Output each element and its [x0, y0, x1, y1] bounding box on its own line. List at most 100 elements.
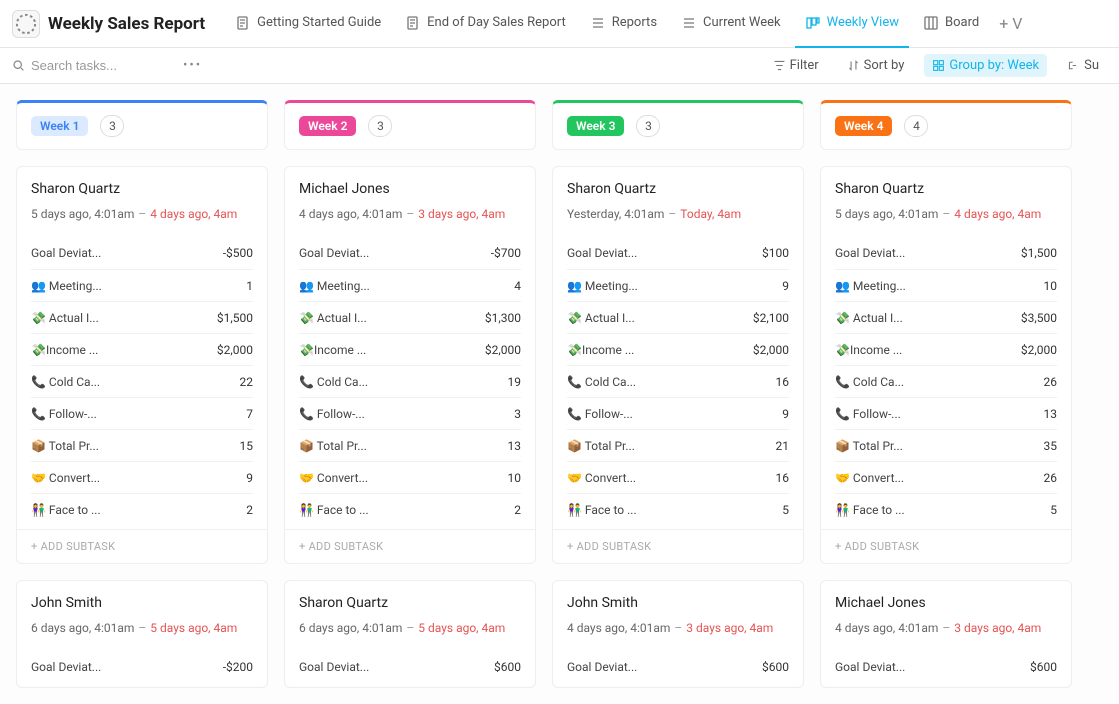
- filter-button[interactable]: Filter: [765, 54, 827, 77]
- field-row: 💸Income ...$2,000: [299, 333, 521, 365]
- tab-reports[interactable]: Reports: [580, 0, 667, 48]
- task-card[interactable]: Michael Jones4 days ago, 4:01am–3 days a…: [820, 580, 1072, 688]
- task-card[interactable]: Sharon Quartz 6 days ago, 4:01am–5 days a…: [284, 580, 536, 688]
- add-view-button[interactable]: + V: [993, 14, 1028, 33]
- field-row: 👫 Face to ...5: [567, 493, 789, 525]
- field-value: 21: [776, 439, 790, 453]
- date-end: 3 days ago, 4am: [686, 621, 773, 635]
- search-input[interactable]: [31, 58, 171, 73]
- card-dates: 6 days ago, 4:01am–5 days ago, 4am: [299, 621, 521, 635]
- cards-container: Sharon QuartzYesterday, 4:01am–Today, 4a…: [552, 166, 804, 688]
- subtasks-label: Su: [1084, 58, 1099, 73]
- field-label: 🤝 Convert...: [835, 471, 904, 485]
- field-label: 📞 Cold Ca...: [299, 375, 368, 389]
- field-label: 📞 Follow-...: [299, 407, 365, 421]
- column-header[interactable]: Week 13: [16, 100, 268, 150]
- add-subtask-button[interactable]: + ADD SUBTASK: [553, 529, 803, 563]
- tab-weekly-view[interactable]: Weekly View: [795, 0, 909, 48]
- board-icon: [805, 15, 821, 31]
- card-assignee: Sharon Quartz: [299, 595, 521, 611]
- field-row: 📞 Follow-...13: [835, 397, 1057, 429]
- task-card[interactable]: Michael Jones4 days ago, 4:01am–3 days a…: [284, 166, 536, 564]
- task-card[interactable]: John Smith6 days ago, 4:01am–5 days ago,…: [16, 580, 268, 688]
- date-start: 4 days ago, 4:01am: [567, 621, 670, 635]
- filter-label: Filter: [790, 58, 819, 73]
- card-assignee: John Smith: [31, 595, 253, 611]
- field-row: 👥 Meeting...9: [567, 269, 789, 301]
- tab-getting-started[interactable]: Getting Started Guide: [225, 0, 391, 48]
- field-value: 2: [514, 503, 521, 517]
- field-value: 15: [240, 439, 254, 453]
- task-card[interactable]: Sharon QuartzYesterday, 4:01am–Today, 4a…: [552, 166, 804, 564]
- field-label: 👥 Meeting...: [567, 279, 638, 293]
- date-end: Today, 4am: [680, 207, 741, 221]
- field-row: 👥 Meeting...10: [835, 269, 1057, 301]
- column-header[interactable]: Week 33: [552, 100, 804, 150]
- task-card[interactable]: Sharon Quartz5 days ago, 4:01am–4 days a…: [820, 166, 1072, 564]
- card-fields: Goal Deviat...-$200: [31, 651, 253, 683]
- column-header[interactable]: Week 44: [820, 100, 1072, 150]
- doc-icon: [405, 15, 421, 31]
- more-icon[interactable]: •••: [183, 58, 202, 73]
- card-dates: 4 days ago, 4:01am–3 days ago, 4am: [299, 207, 521, 221]
- field-value: $600: [494, 660, 521, 674]
- top-tabs-bar: Weekly Sales Report Getting Started Guid…: [0, 0, 1119, 48]
- sort-button[interactable]: Sort by: [839, 54, 913, 77]
- tab-label: Board: [945, 15, 979, 30]
- field-label: 💸Income ...: [31, 343, 98, 357]
- field-value: $600: [1030, 660, 1057, 674]
- field-value: 13: [1044, 407, 1058, 421]
- field-value: $600: [762, 660, 789, 674]
- field-label: 💸 Actual I...: [31, 311, 99, 325]
- field-row: 📞 Follow-...9: [567, 397, 789, 429]
- field-value: -$500: [223, 246, 253, 260]
- field-value: 1: [246, 279, 253, 293]
- tab-label: Reports: [612, 15, 657, 30]
- field-row: Goal Deviat...-$200: [31, 651, 253, 683]
- field-label: Goal Deviat...: [299, 246, 369, 260]
- field-row: 👥 Meeting...4: [299, 269, 521, 301]
- tab-current-week[interactable]: Current Week: [671, 0, 791, 48]
- field-value: $2,000: [1021, 343, 1057, 357]
- column-header[interactable]: Week 23: [284, 100, 536, 150]
- add-subtask-button[interactable]: + ADD SUBTASK: [821, 529, 1071, 563]
- field-label: 💸 Actual I...: [299, 311, 367, 325]
- field-row: 💸 Actual I...$2,100: [567, 301, 789, 333]
- field-row: 👫 Face to ...2: [31, 493, 253, 525]
- card-fields: Goal Deviat...$100👥 Meeting...9💸 Actual …: [567, 237, 789, 525]
- field-row: 💸 Actual I...$3,500: [835, 301, 1057, 333]
- field-label: Goal Deviat...: [835, 246, 905, 260]
- task-card[interactable]: Sharon Quartz5 days ago, 4:01am–4 days a…: [16, 166, 268, 564]
- date-end: 4 days ago, 4am: [954, 207, 1041, 221]
- field-row: 📞 Follow-...7: [31, 397, 253, 429]
- card-assignee: John Smith: [567, 595, 789, 611]
- week-badge: Week 2: [299, 116, 356, 136]
- date-start: 5 days ago, 4:01am: [835, 207, 938, 221]
- field-row: 💸 Actual I... $1,300: [299, 301, 521, 333]
- group-icon: [932, 59, 945, 72]
- field-row: 👫 Face to ...2: [299, 493, 521, 525]
- field-value: 16: [776, 471, 790, 485]
- add-subtask-button[interactable]: + ADD SUBTASK: [17, 529, 267, 563]
- task-card[interactable]: John Smith4 days ago, 4:01am–3 days ago,…: [552, 580, 804, 688]
- field-value: 19: [508, 375, 522, 389]
- card-dates: 4 days ago, 4:01am–3 days ago, 4am: [835, 621, 1057, 635]
- field-value: $1,500: [217, 311, 253, 325]
- field-row: 📦 Total Pr...35: [835, 429, 1057, 461]
- field-label: 👥 Meeting...: [835, 279, 906, 293]
- tab-end-of-day[interactable]: End of Day Sales Report: [395, 0, 576, 48]
- field-label: 📞 Cold Ca...: [835, 375, 904, 389]
- field-row: 📦 Total Pr...21: [567, 429, 789, 461]
- tab-board[interactable]: Board: [913, 0, 989, 48]
- field-value: $1,300: [485, 311, 521, 325]
- field-label: 💸Income ...: [299, 343, 366, 357]
- add-subtask-button[interactable]: + ADD SUBTASK: [285, 529, 535, 563]
- group-by-button[interactable]: Group by: Week: [924, 54, 1047, 77]
- field-row: Goal Deviat...$600: [299, 651, 521, 683]
- list-icon: [590, 15, 606, 31]
- cards-container: Michael Jones4 days ago, 4:01am–3 days a…: [284, 166, 536, 688]
- field-label: 👥 Meeting...: [299, 279, 370, 293]
- subtasks-button[interactable]: Su: [1059, 54, 1107, 77]
- card-fields: Goal Deviat...$600: [299, 651, 521, 683]
- date-end: 5 days ago, 4am: [150, 621, 237, 635]
